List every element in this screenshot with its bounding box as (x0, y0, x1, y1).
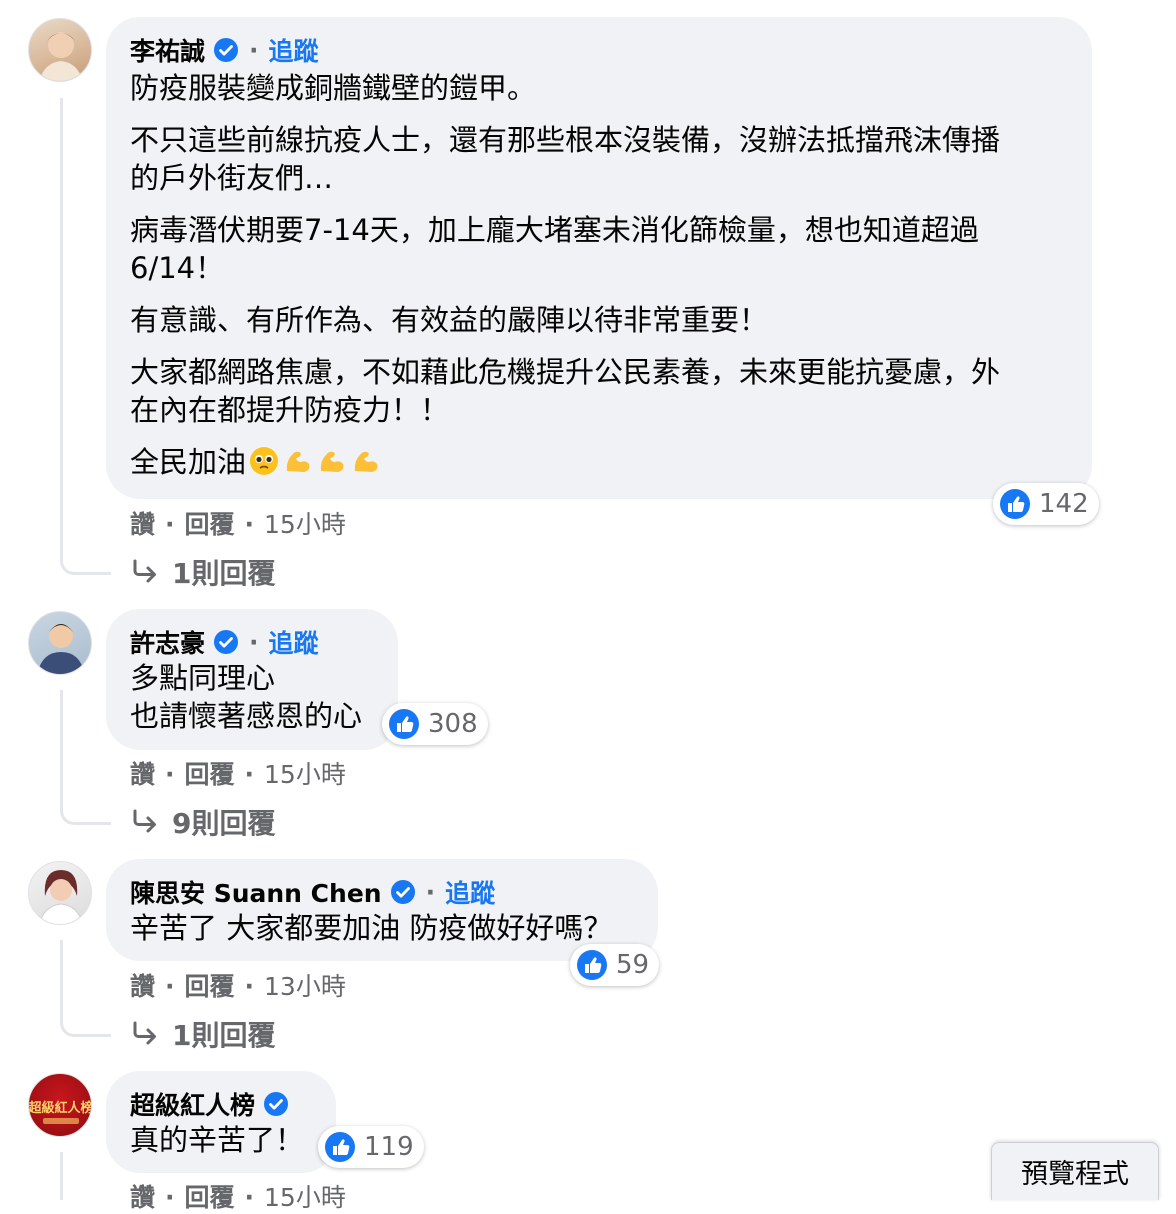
thread-line (60, 940, 111, 1037)
show-logo-icon: 超級紅人榜 (29, 1100, 92, 1124)
comment-author[interactable]: 李祐誠 (130, 32, 205, 68)
verified-badge-icon (214, 38, 239, 62)
view-replies-link[interactable]: 1則回覆 (130, 552, 275, 592)
like-action[interactable]: 讚 (130, 760, 155, 789)
comment-paragraph: 有意識、有所作為、有效益的嚴陣以待非常重要！ (130, 303, 769, 337)
comment-paragraph: 病毒潛伏期要7-14天，加上龐大堵塞未消化篩檢量，想也知道超過 6/14！ (130, 213, 979, 285)
like-action[interactable]: 讚 (130, 510, 155, 539)
comment-actions: 讚 · 回覆 · 15小時 (130, 1183, 346, 1212)
like-icon (325, 1132, 355, 1162)
comment-text: 辛苦了 大家都要加油 防疫做好好嗎？ (130, 911, 613, 945)
verified-badge-icon (264, 1092, 289, 1116)
timestamp[interactable]: 15小時 (264, 1183, 346, 1212)
like-count: 308 (428, 709, 478, 739)
avatar-photo (38, 870, 84, 924)
reaction-count[interactable]: 142 (993, 483, 1099, 525)
verified-badge-icon (390, 880, 415, 904)
avatar[interactable]: 超級紅人榜 (28, 1073, 92, 1137)
timestamp[interactable]: 13小時 (264, 972, 346, 1001)
comment-bubble: 陳思安 Suann Chen · 追蹤 辛苦了 大家都要加油 防疫做好好嗎？ (106, 859, 658, 961)
comment-actions: 讚 · 回覆 · 15小時 (130, 760, 346, 789)
like-action[interactable]: 讚 (130, 1183, 155, 1212)
avatar[interactable] (28, 18, 92, 82)
thread-line (60, 1152, 63, 1200)
comment-bubble: 許志豪 · 追蹤 多點同理心 也請懷著感恩的心 (106, 609, 398, 750)
like-action[interactable]: 讚 (130, 972, 155, 1001)
reply-action[interactable]: 回覆 (185, 972, 235, 1001)
comment-author[interactable]: 陳思安 Suann Chen (130, 874, 382, 910)
comment-text: 真的辛苦了！ (130, 1123, 305, 1157)
comment-paragraph: 全民加油 (130, 443, 1068, 481)
like-count: 142 (1039, 489, 1089, 519)
flexed-biceps-icon (354, 451, 378, 472)
reaction-count[interactable]: 59 (570, 944, 660, 986)
separator-dot: · (249, 627, 259, 657)
like-count: 119 (364, 1132, 414, 1162)
view-replies-link[interactable]: 9則回覆 (130, 802, 275, 842)
thread-line (60, 690, 111, 825)
preview-app-button[interactable]: 預覽程式 (991, 1142, 1159, 1200)
comment-author[interactable]: 超級紅人榜 (130, 1086, 255, 1122)
like-icon (1000, 489, 1030, 519)
reaction-count[interactable]: 119 (318, 1126, 424, 1168)
separator-dot: · (249, 35, 259, 65)
avatar[interactable] (28, 861, 92, 925)
pleading-face-icon (250, 447, 279, 475)
view-replies-link[interactable]: 1則回覆 (130, 1014, 275, 1054)
separator-dot: · (425, 877, 436, 907)
comment-bubble: 李祐誠 · 追蹤 防疫服裝變成銅牆鐵壁的鎧甲。 不只這些前線抗疫人士，還有那些根… (106, 17, 1092, 499)
reaction-count[interactable]: 308 (382, 703, 488, 745)
avatar[interactable] (28, 611, 92, 675)
follow-link[interactable]: 追蹤 (269, 624, 319, 660)
follow-link[interactable]: 追蹤 (445, 874, 495, 910)
comment-author[interactable]: 許志豪 (130, 624, 205, 660)
like-icon (389, 709, 419, 739)
comment-text: 也請懷著感恩的心 (130, 699, 363, 733)
comment-paragraph: 不只這些前線抗疫人士，還有那些根本沒裝備，沒辦法抵擋飛沫傳播 的戶外街友們… (130, 123, 1001, 195)
svg-text:超級紅人榜: 超級紅人榜 (29, 1100, 92, 1116)
timestamp[interactable]: 15小時 (264, 760, 346, 789)
comment-bubble: 超級紅人榜 真的辛苦了！ (106, 1071, 336, 1173)
like-count: 59 (616, 950, 650, 980)
reply-action[interactable]: 回覆 (185, 760, 235, 789)
reply-arrow-icon (133, 1021, 156, 1045)
timestamp[interactable]: 15小時 (264, 510, 346, 539)
reply-action[interactable]: 回覆 (185, 1183, 235, 1212)
verified-badge-icon (214, 630, 239, 654)
follow-link[interactable]: 追蹤 (269, 32, 319, 68)
avatar-photo (37, 624, 85, 674)
reply-action[interactable]: 回覆 (185, 510, 235, 539)
comment-actions: 讚 · 回覆 · 15小時 (130, 510, 346, 539)
flexed-biceps-icon (286, 451, 310, 472)
reply-arrow-icon (133, 559, 156, 583)
avatar-photo (39, 32, 83, 81)
comment-text: 多點同理心 (130, 661, 276, 695)
comment-actions: 讚 · 回覆 · 13小時 (130, 972, 346, 1001)
comment-paragraph: 大家都網路焦慮，不如藉此危機提升公民素養，未來更能抗憂慮，外 在內在都提升防疫力！… (130, 355, 1001, 427)
comment-paragraph: 防疫服裝變成銅牆鐵壁的鎧甲。 (130, 71, 537, 105)
flexed-biceps-icon (320, 451, 344, 472)
reply-arrow-icon (133, 809, 156, 833)
like-icon (577, 950, 607, 980)
thread-line (60, 98, 111, 575)
